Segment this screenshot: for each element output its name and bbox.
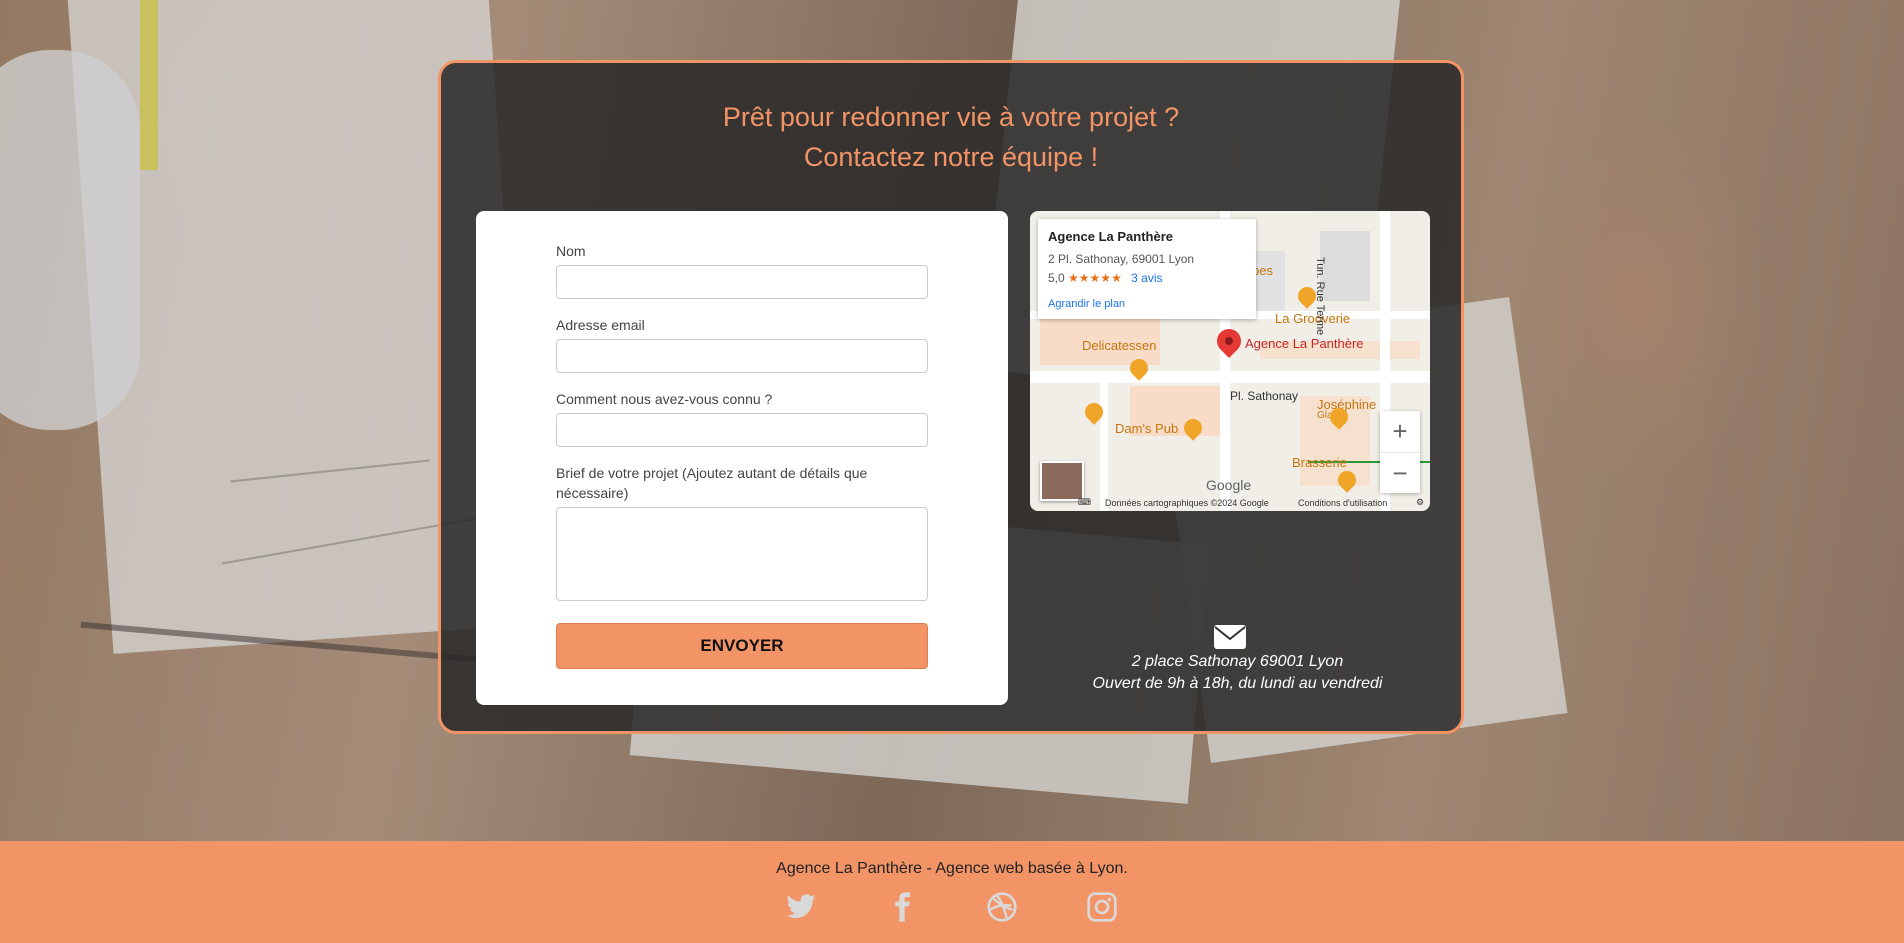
settings-icon[interactable]: ⚙ — [1416, 497, 1424, 508]
zoom-out-button[interactable]: − — [1380, 453, 1420, 494]
location-pin-icon[interactable] — [1212, 324, 1246, 358]
email-label: Adresse email — [556, 317, 645, 333]
source-field[interactable] — [556, 413, 928, 447]
contact-panel: Prêt pour redonner vie à votre projet ? … — [438, 60, 1464, 734]
contact-form: Nom Adresse email Comment nous avez-vous… — [476, 211, 1008, 705]
place-info-card: Agence La Panthère 2 Pl. Sathonay, 69001… — [1038, 219, 1256, 319]
map-label-delicatessen: Delicatessen — [1082, 338, 1157, 353]
heading-line-2: Contactez notre équipe ! — [803, 142, 1099, 172]
google-map[interactable]: Delicatessen La Grooverie bes Pl. Sathon… — [1030, 211, 1430, 511]
zoom-controls: + − — [1380, 411, 1420, 493]
google-logo: Google — [1206, 477, 1252, 493]
twitter-icon[interactable] — [785, 891, 817, 923]
zoom-in-button[interactable]: + — [1380, 411, 1420, 453]
contact-hours: Ouvert de 9h à 18h, du lundi au vendredi — [1092, 675, 1383, 692]
facebook-icon[interactable] — [886, 891, 918, 923]
map-label-pl-sathonay: Pl. Sathonay — [1230, 389, 1299, 403]
brief-label: Brief de votre projet (Ajoutez autant de… — [556, 465, 868, 501]
map-pin-label: Agence La Panthère — [1245, 336, 1364, 351]
rating-stars-icon: ★★★★★ — [1068, 271, 1122, 285]
site-footer: Agence La Panthère - Agence web basée à … — [0, 841, 1904, 943]
source-label: Comment nous avez-vous connu ? — [556, 391, 773, 407]
contact-address: 2 place Sathonay 69001 Lyon — [1131, 653, 1344, 670]
terms-link[interactable]: Conditions d'utilisation — [1298, 498, 1387, 508]
keyboard-icon[interactable]: ⌨ — [1078, 497, 1091, 508]
brief-textarea[interactable] — [556, 507, 928, 601]
map-label-la-grooverie: La Grooverie — [1275, 311, 1351, 326]
reviews-link[interactable]: 3 avis — [1131, 271, 1162, 285]
send-button[interactable]: ENVOYER — [556, 623, 928, 669]
map-label-rue-terme: Tun. Rue Terme — [1314, 257, 1326, 336]
enlarge-map-link[interactable]: Agrandir le plan — [1048, 298, 1125, 310]
place-name: Agence La Panthère — [1048, 229, 1173, 244]
map-label-dams-pub: Dam's Pub — [1115, 421, 1179, 436]
footer-text: Agence La Panthère - Agence web basée à … — [776, 860, 1128, 877]
dribbble-icon[interactable] — [986, 891, 1018, 923]
email-field[interactable] — [556, 339, 928, 373]
instagram-icon[interactable] — [1086, 891, 1118, 923]
contact-heading: Prêt pour redonner vie à votre projet ? … — [441, 97, 1461, 177]
name-label: Nom — [556, 243, 586, 259]
map-data-attribution: Données cartographiques ©2024 Google — [1105, 498, 1269, 508]
map-label-brasserie: Brasserie — [1292, 455, 1347, 470]
map-footer: ⌨ Données cartographiques ©2024 Google C… — [1030, 495, 1430, 511]
place-rating: 5,0 — [1048, 271, 1065, 285]
place-address: 2 Pl. Sathonay, 69001 Lyon — [1048, 252, 1195, 266]
envelope-icon — [1214, 625, 1246, 649]
heading-line-1: Prêt pour redonner vie à votre projet ? — [722, 102, 1180, 132]
name-field[interactable] — [556, 265, 928, 299]
